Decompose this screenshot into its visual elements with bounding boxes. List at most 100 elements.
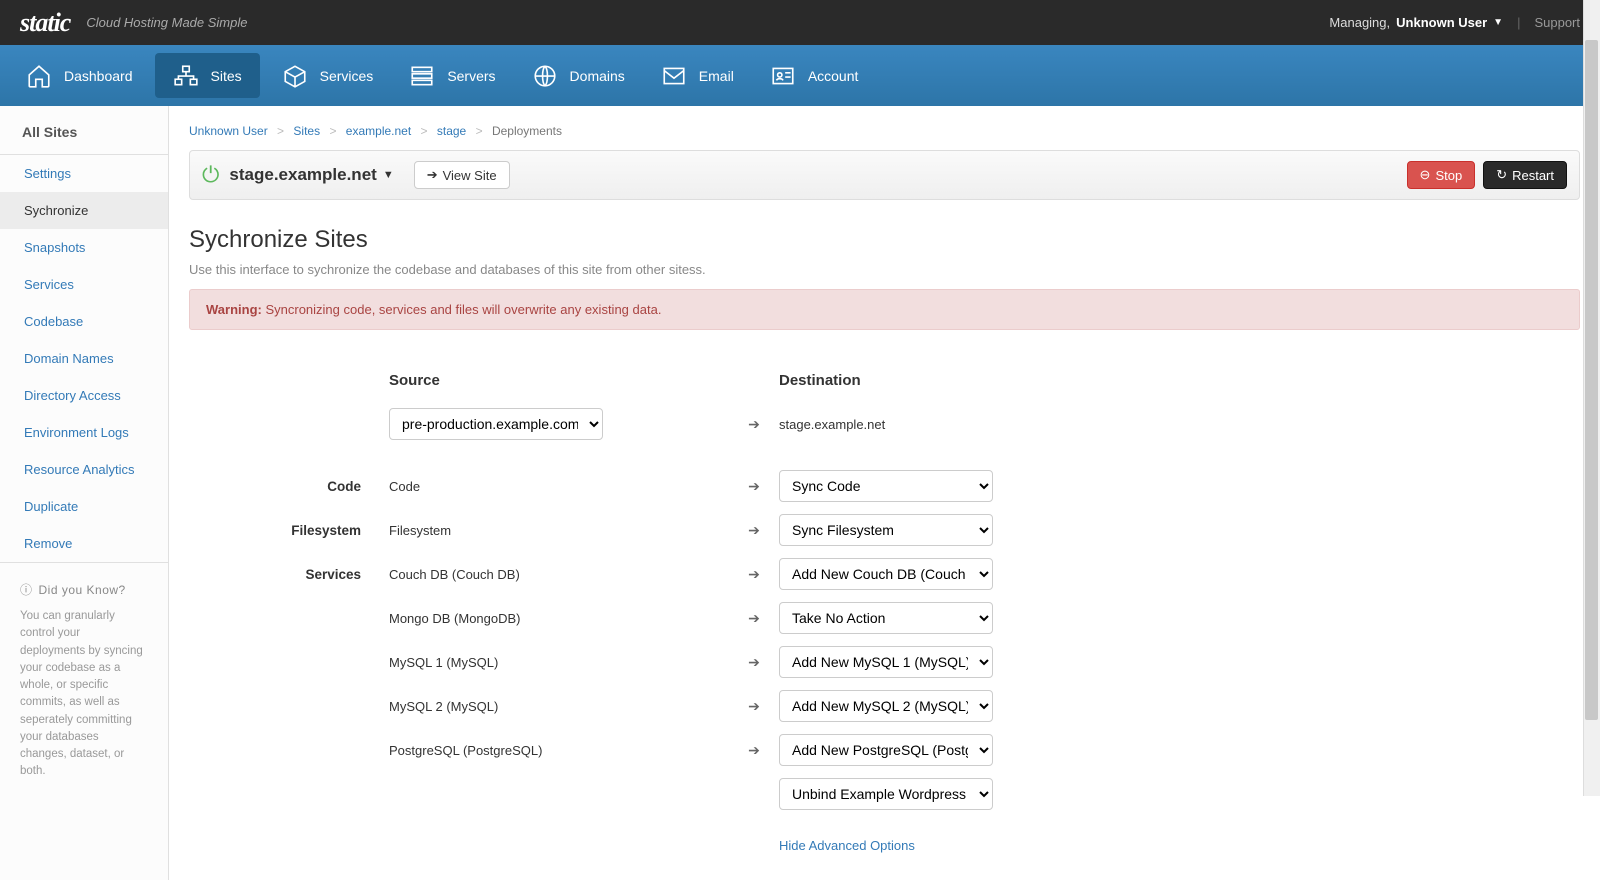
nav-label: Email: [699, 68, 734, 84]
dest-couchdb-select[interactable]: Add New Couch DB (Couch DB): [779, 558, 993, 590]
restart-button[interactable]: ↻ Restart: [1483, 161, 1567, 189]
tagline: Cloud Hosting Made Simple: [86, 15, 247, 30]
site-panel: ⏻ stage.example.net ▼ ➔ View Site ⊖ Stop…: [189, 150, 1580, 200]
nav-sites[interactable]: Sites: [155, 53, 260, 98]
dest-mysql1-select[interactable]: Add New MySQL 1 (MySQL): [779, 646, 993, 678]
nav-email[interactable]: Email: [643, 45, 752, 106]
info-title-text: Did you Know?: [39, 583, 126, 597]
nav-servers[interactable]: Servers: [391, 45, 513, 106]
sidebar-item-directory-access[interactable]: Directory Access: [0, 377, 168, 414]
sidebar-item-services[interactable]: Services: [0, 266, 168, 303]
sync-row-code: Code Code ➔ Sync Code: [249, 466, 1349, 506]
caret-down-icon[interactable]: ▼: [1493, 17, 1503, 28]
globe-icon: [532, 63, 558, 89]
current-user[interactable]: Unknown User: [1396, 15, 1487, 30]
sidebar-item-resource-analytics[interactable]: Resource Analytics: [0, 451, 168, 488]
source-mysql2: MySQL 2 (MySQL): [389, 699, 729, 714]
mail-icon: [661, 63, 687, 89]
view-site-button[interactable]: ➔ View Site: [414, 161, 510, 189]
sync-row-postgresql: PostgreSQL (PostgreSQL) ➔ Add New Postgr…: [249, 730, 1349, 770]
source-mysql1: MySQL 1 (MySQL): [389, 655, 729, 670]
content: Unknown User > Sites > example.net > sta…: [169, 106, 1600, 880]
breadcrumb-stage[interactable]: stage: [437, 124, 466, 138]
restart-icon: ↻: [1496, 167, 1507, 183]
site-name-text: stage.example.net: [229, 165, 376, 185]
dest-mysql2-select[interactable]: Add New MySQL 2 (MySQL): [779, 690, 993, 722]
source-heading: Source: [389, 372, 729, 389]
support-link[interactable]: Support: [1534, 15, 1580, 30]
warning-text: Syncronizing code, services and files wi…: [265, 302, 661, 317]
breadcrumb-current: Deployments: [492, 124, 562, 138]
breadcrumb-sites[interactable]: Sites: [293, 124, 320, 138]
sites-icon: [173, 63, 199, 89]
main-nav: Dashboard Sites Services Servers Domains…: [0, 45, 1600, 106]
sync-row-advanced-link: Hide Advanced Options: [249, 818, 1349, 858]
sidebar-item-environment-logs[interactable]: Environment Logs: [0, 414, 168, 451]
arrow-right-icon: ➔: [748, 566, 760, 582]
dest-mongodb-select[interactable]: Take No Action: [779, 602, 993, 634]
source-couchdb: Couch DB (Couch DB): [389, 567, 729, 582]
nav-services[interactable]: Services: [264, 45, 392, 106]
topbar-right: Managing, Unknown User ▼ | Support: [1329, 15, 1580, 30]
nav-label: Account: [808, 68, 859, 84]
warning-alert: Warning: Syncronizing code, services and…: [189, 289, 1580, 330]
logo[interactable]: static: [20, 8, 70, 38]
arrow-right-icon: ➔: [748, 478, 760, 494]
sync-source-row: pre-production.example.com ➔ stage.examp…: [249, 404, 1349, 444]
sync-grid: Source Destination pre-production.exampl…: [249, 360, 1349, 858]
dest-extra-select[interactable]: Unbind Example Wordpress DB: [779, 778, 993, 810]
scrollbar-thumb[interactable]: [1585, 40, 1598, 720]
arrow-right-icon: ➔: [748, 654, 760, 670]
sync-row-mysql2: MySQL 2 (MySQL) ➔ Add New MySQL 2 (MySQL…: [249, 686, 1349, 726]
sidebar-item-codebase[interactable]: Codebase: [0, 303, 168, 340]
sidebar-item-domain-names[interactable]: Domain Names: [0, 340, 168, 377]
arrow-right-icon: ➔: [748, 416, 760, 432]
breadcrumb: Unknown User > Sites > example.net > sta…: [189, 124, 1580, 138]
arrow-right-icon: ➔: [748, 522, 760, 538]
site-name-dropdown[interactable]: stage.example.net ▼: [229, 165, 393, 185]
sidebar: All Sites Settings Sychronize Snapshots …: [0, 106, 169, 880]
info-icon: ⓘ: [20, 581, 33, 598]
arrow-right-icon: ➔: [748, 742, 760, 758]
sidebar-info-title: ⓘ Did you Know?: [20, 581, 148, 598]
nav-account[interactable]: Account: [752, 45, 877, 106]
breadcrumb-user[interactable]: Unknown User: [189, 124, 268, 138]
sidebar-item-snapshots[interactable]: Snapshots: [0, 229, 168, 266]
sidebar-item-synchronize[interactable]: Sychronize: [0, 192, 168, 229]
nav-domains[interactable]: Domains: [514, 45, 643, 106]
restart-label: Restart: [1512, 168, 1554, 183]
arrow-right-icon: ➔: [748, 610, 760, 626]
sidebar-item-duplicate[interactable]: Duplicate: [0, 488, 168, 525]
hide-advanced-link[interactable]: Hide Advanced Options: [779, 838, 915, 853]
sync-heading-row: Source Destination: [249, 360, 1349, 400]
nav-label: Sites: [211, 68, 242, 84]
page-title: Sychronize Sites: [189, 226, 1580, 254]
stop-button[interactable]: ⊖ Stop: [1407, 161, 1476, 189]
source-mongodb: Mongo DB (MongoDB): [389, 611, 729, 626]
sidebar-item-remove[interactable]: Remove: [0, 525, 168, 562]
dest-site: stage.example.net: [779, 417, 885, 432]
dest-postgresql-select[interactable]: Add New PostgreSQL (PostgreSQL): [779, 734, 993, 766]
arrow-right-icon: ➔: [748, 698, 760, 714]
scrollbar[interactable]: [1583, 0, 1600, 796]
nav-dashboard[interactable]: Dashboard: [8, 45, 151, 106]
sidebar-info: ⓘ Did you Know? You can granularly contr…: [0, 563, 168, 799]
power-icon[interactable]: ⏻: [202, 162, 219, 188]
box-icon: [282, 63, 308, 89]
dest-code-select[interactable]: Sync Code: [779, 470, 993, 502]
sync-row-mysql1: MySQL 1 (MySQL) ➔ Add New MySQL 1 (MySQL…: [249, 642, 1349, 682]
sync-row-mongodb: Mongo DB (MongoDB) ➔ Take No Action: [249, 598, 1349, 638]
dest-filesystem-select[interactable]: Sync Filesystem: [779, 514, 993, 546]
row-label-code: Code: [249, 479, 389, 494]
server-icon: [409, 63, 435, 89]
sidebar-title[interactable]: All Sites: [0, 106, 168, 154]
caret-down-icon: ▼: [383, 169, 394, 181]
source-code: Code: [389, 479, 729, 494]
source-select[interactable]: pre-production.example.com: [389, 408, 603, 440]
topbar: static Cloud Hosting Made Simple Managin…: [0, 0, 1600, 45]
page-subtitle: Use this interface to sychronize the cod…: [189, 262, 1580, 277]
nav-label: Dashboard: [64, 68, 133, 84]
sidebar-item-settings[interactable]: Settings: [0, 155, 168, 192]
breadcrumb-domain[interactable]: example.net: [346, 124, 411, 138]
warning-label: Warning:: [206, 302, 262, 317]
